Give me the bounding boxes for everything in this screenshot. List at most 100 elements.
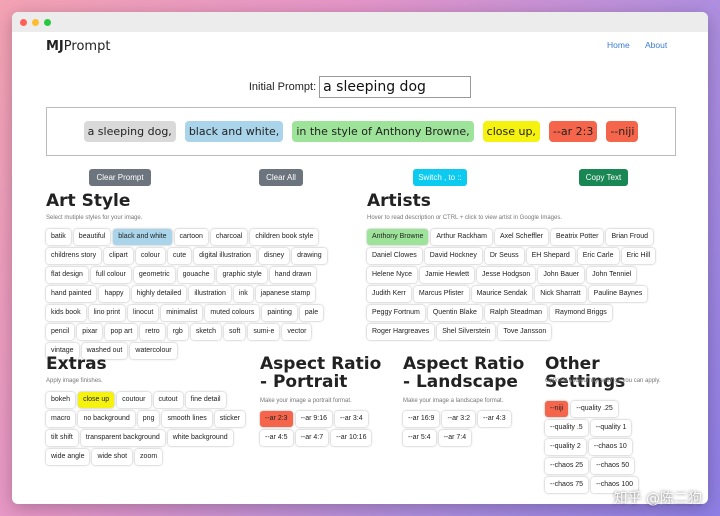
art-style-chip[interactable]: painting <box>262 305 297 321</box>
prompt-token[interactable]: --niji <box>606 121 639 142</box>
art-style-chip[interactable]: hand painted <box>46 286 97 302</box>
extras-chip[interactable]: no background <box>78 411 135 427</box>
art-style-chip[interactable]: sumi-e <box>248 324 280 340</box>
clear-prompt-button[interactable]: Clear Prompt <box>89 169 151 186</box>
other-settings-chip[interactable]: --chaos 50 <box>591 458 635 474</box>
artists-chip[interactable]: Roger Hargreaves <box>367 324 435 340</box>
art-style-chip[interactable]: lino print <box>88 305 126 321</box>
artists-chip[interactable]: John Bauer <box>538 267 585 283</box>
art-style-chip[interactable]: pencil <box>46 324 75 340</box>
artists-chip[interactable]: Arthur Rackham <box>431 229 492 245</box>
art-style-chip[interactable]: charcoal <box>210 229 248 245</box>
artists-chip[interactable]: Maurice Sendak <box>471 286 533 302</box>
extras-chip[interactable]: white background <box>167 430 233 446</box>
art-style-chip[interactable]: pixar <box>77 324 103 340</box>
aspect-landscape-chip[interactable]: --ar 5:4 <box>403 430 436 446</box>
extras-chip[interactable]: transparent background <box>80 430 165 446</box>
art-style-chip[interactable]: linocut <box>128 305 159 321</box>
other-settings-chip[interactable]: --niji <box>545 401 569 417</box>
aspect-landscape-chip[interactable]: --ar 3:2 <box>442 411 476 427</box>
artists-chip[interactable]: Raymond Briggs <box>550 305 612 321</box>
prompt-token[interactable]: close up, <box>482 121 540 142</box>
art-style-chip[interactable]: full colour <box>90 267 131 283</box>
art-style-chip[interactable]: drawing <box>292 248 327 264</box>
extras-chip[interactable]: smooth lines <box>162 411 212 427</box>
other-settings-chip[interactable]: --quality 1 <box>590 420 632 436</box>
artists-chip[interactable]: Jamie Hewlett <box>420 267 475 283</box>
aspect-landscape-chip[interactable]: --ar 16:9 <box>403 411 440 427</box>
art-style-chip[interactable]: minimalist <box>161 305 203 321</box>
artists-chip[interactable]: Dr Seuss <box>484 248 524 264</box>
minimize-window-dot[interactable] <box>32 18 39 26</box>
maximize-window-dot[interactable] <box>44 18 51 26</box>
extras-chip[interactable]: tilt shift <box>46 430 78 446</box>
aspect-portrait-chip[interactable]: --ar 4:7 <box>295 430 329 446</box>
artists-chip[interactable]: Nick Sharratt <box>535 286 586 302</box>
close-window-dot[interactable] <box>20 18 27 26</box>
artists-chip[interactable]: Helene Nyce <box>367 267 418 283</box>
art-style-chip[interactable]: flat design <box>46 267 88 283</box>
art-style-chip[interactable]: pop art <box>105 324 138 340</box>
art-style-chip[interactable]: ink <box>233 286 253 302</box>
extras-chip[interactable]: zoom <box>135 449 163 465</box>
prompt-token[interactable]: a sleeping dog, <box>83 121 176 142</box>
prompt-token[interactable]: --ar 2:3 <box>548 121 598 142</box>
prompt-token[interactable]: in the style of Anthony Browne, <box>292 121 474 142</box>
art-style-chip[interactable]: japanese stamp <box>255 286 316 302</box>
art-style-chip[interactable]: sketch <box>190 324 222 340</box>
prompt-token[interactable]: black and white, <box>184 121 284 142</box>
artists-chip[interactable]: EH Shepard <box>526 248 575 264</box>
artists-chip[interactable]: Brian Froud <box>606 229 654 245</box>
art-style-chip[interactable]: vector <box>282 324 312 340</box>
aspect-portrait-chip[interactable]: --ar 10:16 <box>331 430 372 446</box>
aspect-landscape-chip[interactable]: --ar 7:4 <box>438 430 472 446</box>
nav-home-link[interactable]: Home <box>607 40 630 50</box>
extras-chip[interactable]: wide shot <box>92 449 133 465</box>
other-settings-chip[interactable]: --chaos 25 <box>545 458 589 474</box>
extras-chip[interactable]: fine detail <box>185 392 226 408</box>
art-style-chip[interactable]: disney <box>258 248 290 264</box>
other-settings-chip[interactable]: --chaos 10 <box>588 439 632 455</box>
art-style-chip[interactable]: highly detailed <box>131 286 187 302</box>
art-style-chip[interactable]: rgb <box>167 324 188 340</box>
artists-chip[interactable]: Jesse Hodgson <box>477 267 536 283</box>
art-style-chip[interactable]: illustration <box>189 286 231 302</box>
switch-separator-button[interactable]: Switch , to :: <box>413 169 467 186</box>
copy-text-button[interactable]: Copy Text <box>579 169 628 186</box>
extras-chip[interactable]: png <box>137 411 160 427</box>
artists-chip[interactable]: David Hockney <box>424 248 482 264</box>
artists-chip[interactable]: Shel Silverstein <box>437 324 496 340</box>
other-settings-chip[interactable]: --quality .25 <box>571 401 618 417</box>
art-style-chip[interactable]: children book style <box>250 229 319 245</box>
art-style-chip[interactable]: kids book <box>46 305 86 321</box>
art-style-chip[interactable]: watercolour <box>130 343 177 359</box>
artists-chip[interactable]: Axel Scheffler <box>494 229 549 245</box>
clear-all-button[interactable]: Clear All <box>259 169 303 186</box>
other-settings-chip[interactable]: --chaos 75 <box>545 477 589 493</box>
art-style-chip[interactable]: batik <box>46 229 71 245</box>
initial-prompt-input[interactable] <box>319 76 472 98</box>
nav-about-link[interactable]: About <box>645 40 667 50</box>
artists-chip[interactable]: Anthony Browne <box>367 229 429 245</box>
artists-chip[interactable]: Quentin Blake <box>427 305 482 321</box>
artists-chip[interactable]: Eric Hill <box>621 248 656 264</box>
art-style-chip[interactable]: digital illustration <box>194 248 256 264</box>
brand-logo[interactable]: MJPrompt <box>46 39 110 54</box>
art-style-chip[interactable]: pale <box>299 305 324 321</box>
other-settings-chip[interactable]: --quality 2 <box>545 439 586 455</box>
art-style-chip[interactable]: gouache <box>177 267 215 283</box>
artists-chip[interactable]: Judith Kerr <box>367 286 411 302</box>
artists-chip[interactable]: Beatrix Potter <box>551 229 604 245</box>
extras-chip[interactable]: macro <box>46 411 76 427</box>
extras-chip[interactable]: coutour <box>117 392 151 408</box>
art-style-chip[interactable]: geometric <box>133 267 175 283</box>
artists-chip[interactable]: Peggy Fortnum <box>367 305 425 321</box>
art-style-chip[interactable]: muted colours <box>205 305 260 321</box>
aspect-landscape-chip[interactable]: --ar 4:3 <box>478 411 511 427</box>
artists-chip[interactable]: Ralph Steadman <box>484 305 547 321</box>
aspect-portrait-chip[interactable]: --ar 4:5 <box>260 430 293 446</box>
artists-chip[interactable]: Daniel Clowes <box>367 248 422 264</box>
artists-chip[interactable]: Tove Jansson <box>498 324 552 340</box>
extras-chip[interactable]: sticker <box>214 411 245 427</box>
aspect-portrait-chip[interactable]: --ar 9:16 <box>295 411 333 427</box>
